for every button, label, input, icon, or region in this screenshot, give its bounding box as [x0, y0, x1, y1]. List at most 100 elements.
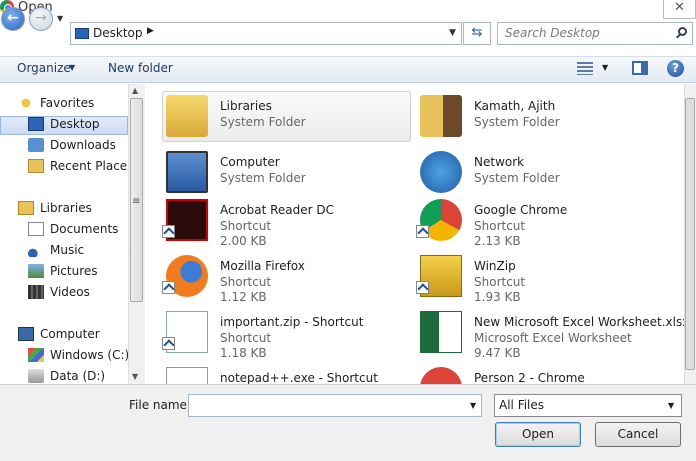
notepad-icon — [166, 367, 208, 384]
sidebar-item-videos[interactable]: Videos — [50, 282, 90, 302]
file-item[interactable]: Libraries System Folder — [162, 91, 412, 143]
file-type: System Folder — [474, 115, 560, 129]
network-icon — [420, 151, 462, 193]
file-size: 1.93 KB — [474, 290, 521, 304]
sidebar-item-data-d[interactable]: Data (D:) — [50, 366, 105, 386]
help-icon[interactable]: ? — [667, 60, 684, 77]
libraries-folder-icon — [166, 95, 208, 137]
file-name-label: File name: — [129, 398, 191, 412]
file-type: Microsoft Excel Worksheet — [474, 331, 632, 345]
file-size: 9.47 KB — [474, 346, 521, 360]
sidebar-item-recent-places[interactable]: Recent Places — [50, 156, 133, 176]
preview-pane-icon[interactable] — [632, 61, 648, 75]
file-size: 1.12 KB — [220, 290, 267, 304]
file-item[interactable]: Kamath, Ajith System Folder — [416, 91, 666, 143]
sidebar-item-documents[interactable]: Documents — [50, 219, 118, 239]
sidebar-item-libraries[interactable]: Libraries — [40, 198, 92, 218]
file-item[interactable]: notepad++.exe - Shortcut — [162, 363, 412, 384]
star-icon — [18, 96, 34, 110]
sidebar-item-computer[interactable]: Computer — [40, 324, 100, 344]
sidebar-item-music[interactable]: Music — [50, 240, 84, 260]
file-item[interactable]: Mozilla Firefox Shortcut 1.12 KB — [162, 251, 412, 304]
file-name: Network — [474, 155, 525, 169]
documents-icon — [28, 222, 44, 236]
file-name: WinZip — [474, 259, 516, 273]
organize-button[interactable]: Organize — [17, 60, 71, 76]
file-item[interactable]: Network System Folder — [416, 147, 666, 199]
file-name: important.zip - Shortcut — [220, 315, 364, 329]
file-name: Google Chrome — [474, 203, 568, 217]
shortcut-arrow-icon — [162, 337, 175, 350]
breadcrumb-chevron-icon[interactable]: ▶ — [147, 26, 154, 36]
file-type: System Folder — [220, 171, 306, 185]
file-name: Computer — [220, 155, 280, 169]
file-name: Mozilla Firefox — [220, 259, 305, 273]
file-item[interactable]: important.zip - Shortcut Shortcut 1.18 KB — [162, 307, 412, 360]
scroll-down-icon[interactable]: ▼ — [132, 372, 138, 381]
pictures-icon — [28, 264, 44, 278]
file-size: 2.00 KB — [220, 234, 267, 248]
file-item[interactable]: Acrobat Reader DC Shortcut 2.00 KB — [162, 195, 412, 248]
file-item[interactable]: Computer System Folder — [162, 147, 412, 199]
file-name: notepad++.exe - Shortcut — [220, 371, 378, 384]
file-size: 1.18 KB — [220, 346, 267, 360]
computer-icon — [166, 151, 208, 193]
pane-splitter[interactable] — [146, 84, 160, 384]
file-type: System Folder — [220, 115, 306, 129]
content-scrollbar-thumb[interactable] — [685, 98, 695, 370]
forward-button[interactable]: → — [29, 7, 53, 31]
drive-d-icon — [28, 369, 44, 383]
drive-c-icon — [28, 348, 44, 362]
music-icon — [28, 243, 44, 257]
file-name-input[interactable] — [188, 394, 482, 417]
scroll-up-icon[interactable]: ▲ — [132, 86, 138, 95]
file-type: Shortcut — [474, 275, 526, 289]
file-type: System Folder — [474, 171, 560, 185]
chevron-down-icon[interactable]: ▼ — [668, 401, 674, 410]
file-item[interactable]: Google Chrome Shortcut 2.13 KB — [416, 195, 666, 248]
chrome-person-icon — [420, 367, 462, 384]
close-button[interactable]: ✕ — [663, 0, 696, 19]
shortcut-arrow-icon — [162, 281, 175, 294]
search-icon[interactable] — [678, 27, 687, 36]
excel-icon — [420, 311, 462, 353]
change-view-icon[interactable] — [577, 62, 593, 75]
file-type: Shortcut — [220, 331, 272, 345]
search-placeholder: Search Desktop — [505, 26, 600, 40]
file-type: Shortcut — [220, 275, 272, 289]
sidebar-item-desktop[interactable]: Desktop — [50, 114, 100, 134]
new-folder-button[interactable]: New folder — [108, 60, 173, 76]
file-name: Person 2 - Chrome — [474, 371, 585, 384]
file-name: New Microsoft Excel Worksheet.xlsx — [474, 315, 690, 329]
file-item[interactable]: WinZip Shortcut 1.93 KB — [416, 251, 666, 304]
file-name-dropdown-icon[interactable]: ▼ — [470, 401, 476, 410]
desktop-icon — [28, 117, 44, 131]
sidebar-item-pictures[interactable]: Pictures — [50, 261, 98, 281]
shortcut-arrow-icon — [416, 281, 429, 294]
cancel-button[interactable]: Cancel — [595, 422, 681, 447]
file-type: Shortcut — [474, 219, 526, 233]
scroll-grip-icon: ≡ — [132, 196, 141, 207]
file-type: Shortcut — [220, 219, 272, 233]
file-item[interactable]: Person 2 - Chrome — [416, 363, 666, 384]
sidebar-item-favorites[interactable]: Favorites — [40, 93, 94, 113]
file-type-select[interactable]: All Files — [494, 394, 682, 417]
file-name: Acrobat Reader DC — [220, 203, 334, 217]
sidebar-item-windows-c[interactable]: Windows (C:) — [50, 345, 129, 365]
libraries-icon — [18, 201, 34, 215]
open-button[interactable]: Open — [495, 422, 581, 447]
refresh-button[interactable]: ⇆ — [463, 22, 491, 45]
title-bar — [0, 0, 696, 20]
views-dropdown-icon[interactable]: ▼ — [602, 63, 608, 72]
user-folder-icon — [420, 95, 462, 137]
file-size: 2.13 KB — [474, 234, 521, 248]
computer-icon — [18, 327, 34, 341]
file-item[interactable]: New Microsoft Excel Worksheet.xlsx Micros… — [416, 307, 689, 360]
sidebar-item-downloads[interactable]: Downloads — [50, 135, 116, 155]
chevron-down-icon[interactable]: ▼ — [69, 63, 75, 72]
breadcrumb[interactable]: Desktop — [93, 25, 143, 41]
history-dropdown-icon[interactable]: ▼ — [57, 14, 63, 23]
back-button[interactable]: ← — [1, 7, 25, 31]
shortcut-arrow-icon — [416, 225, 429, 238]
address-dropdown-icon[interactable]: ▼ — [449, 28, 456, 38]
